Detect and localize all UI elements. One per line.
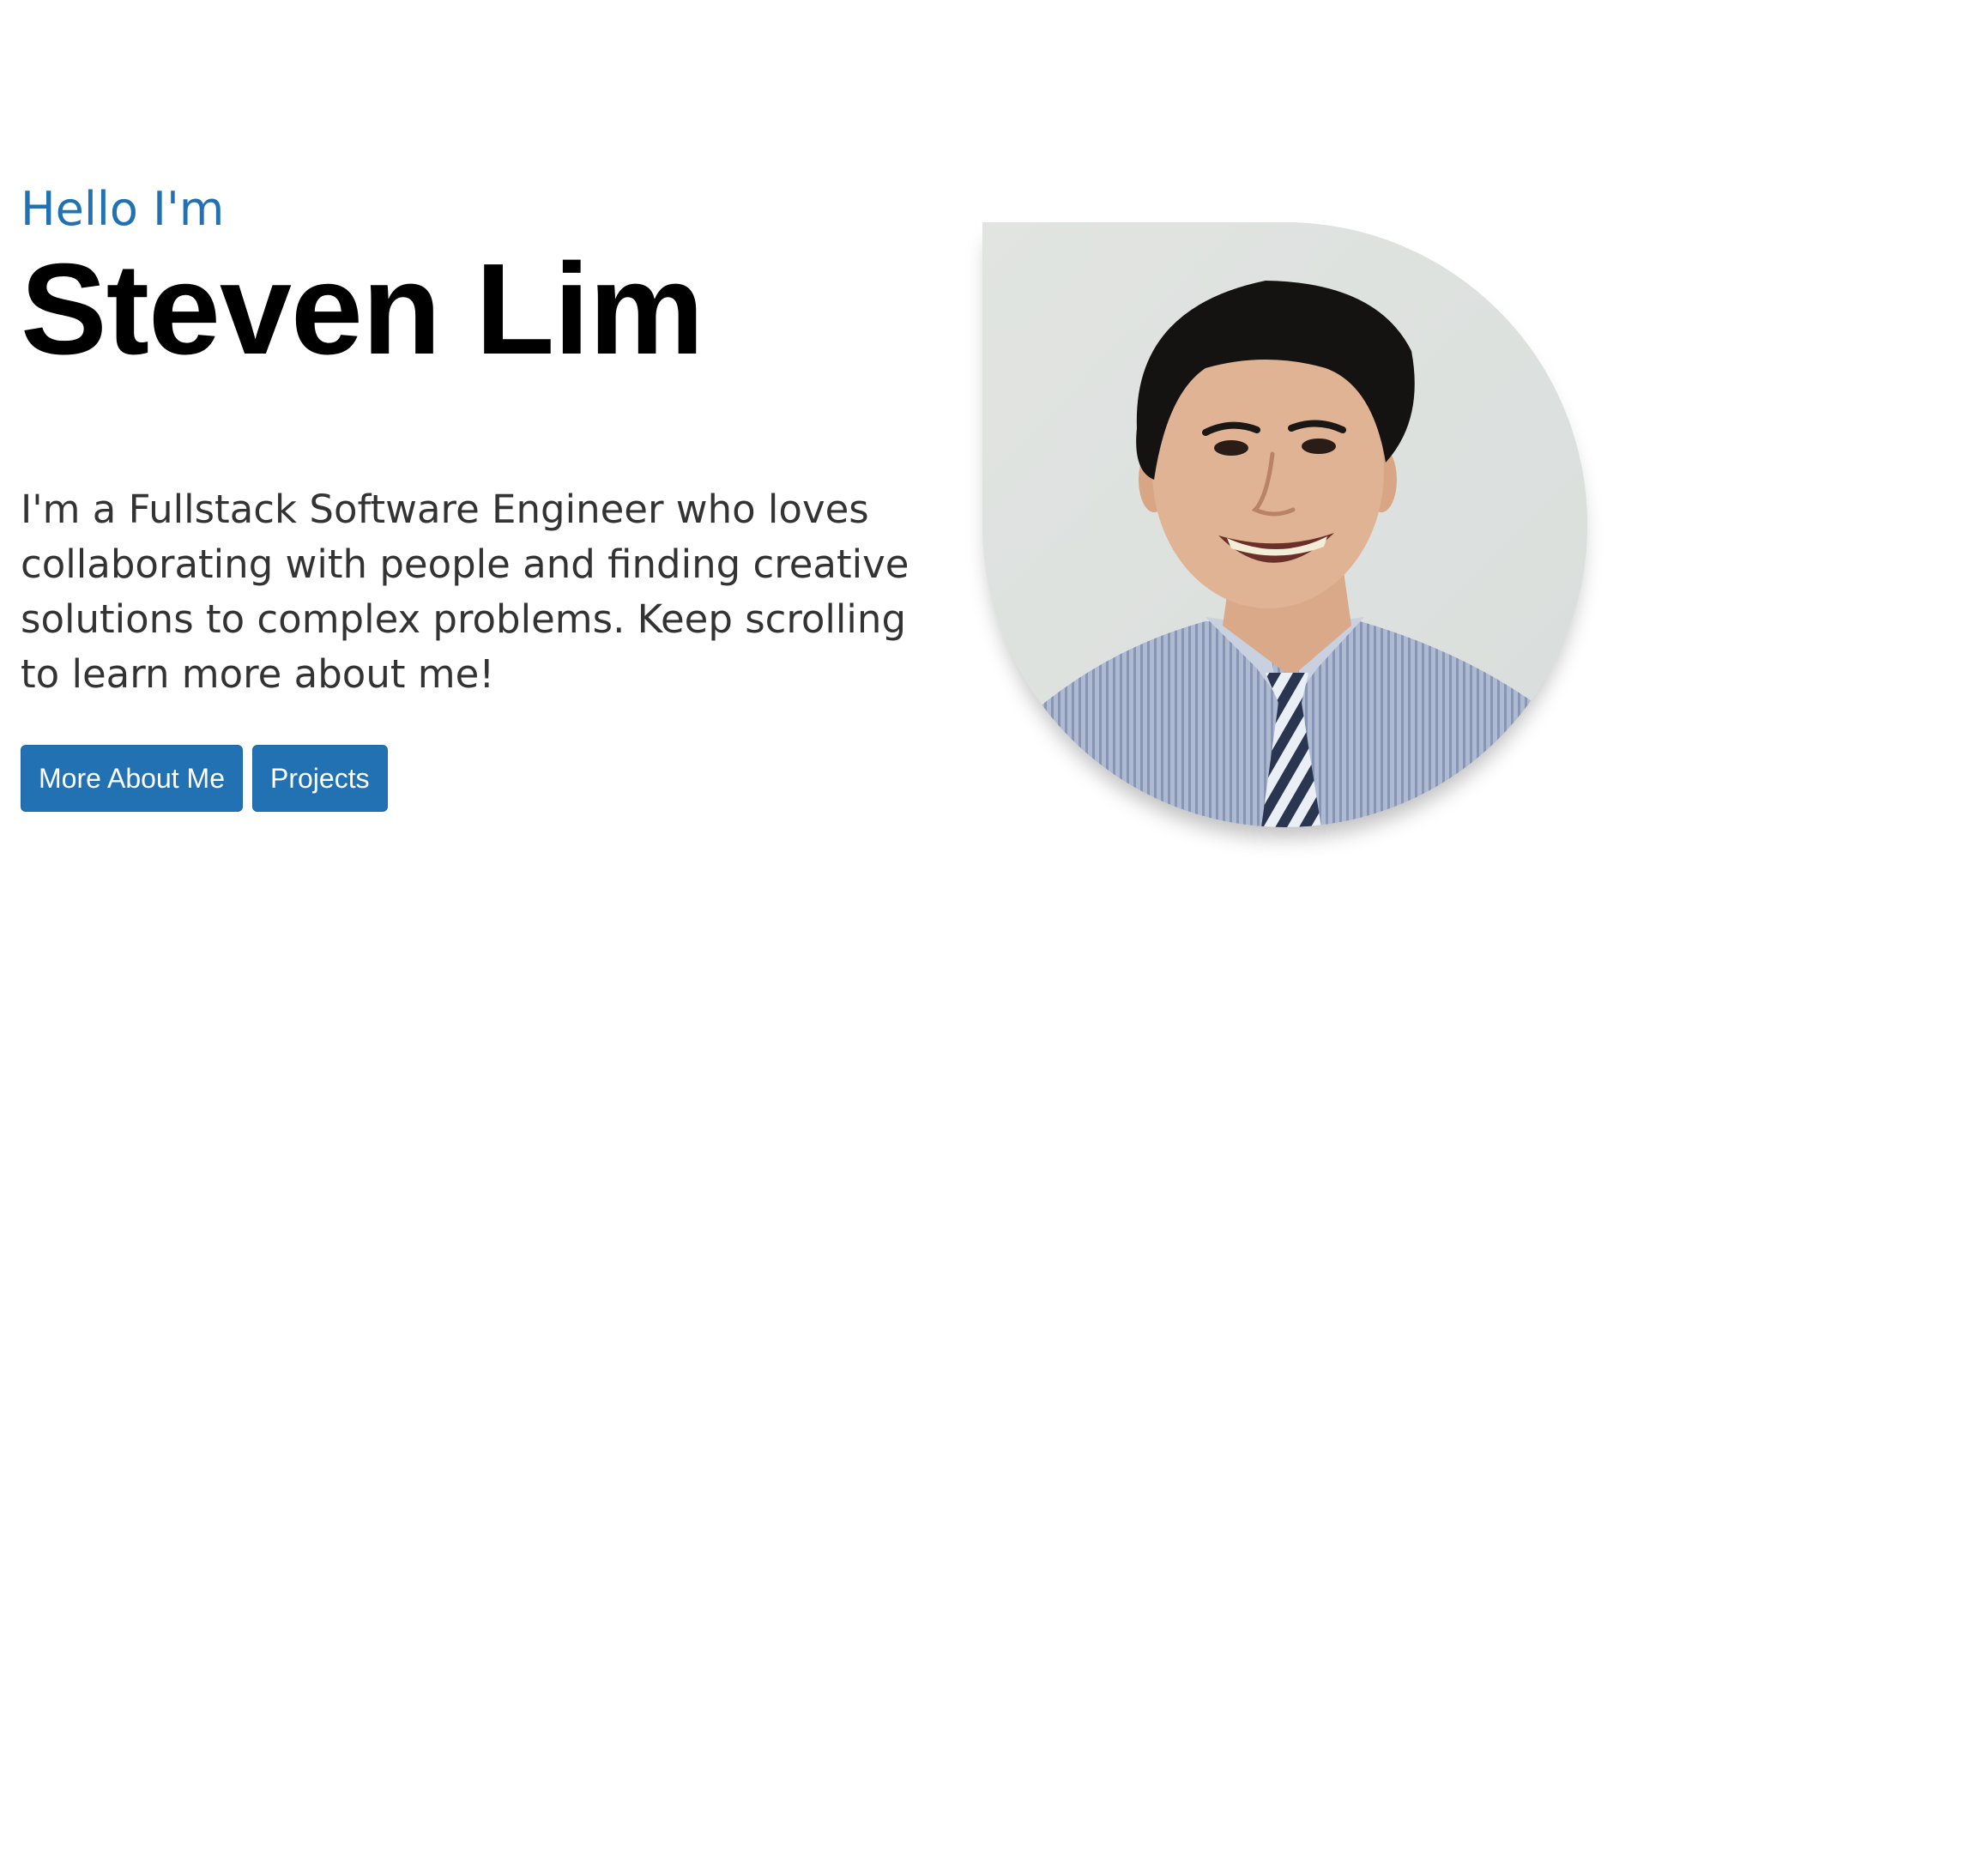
more-about-me-button[interactable]: More About Me bbox=[21, 745, 243, 813]
greeting-text: Hello I'm bbox=[21, 182, 225, 236]
hero-text: Hello I'm Steven Lim I'm a Fullstack Sof… bbox=[21, 182, 930, 813]
profile-photo bbox=[982, 222, 1587, 827]
hero-actions: More About Me Projects bbox=[21, 745, 930, 813]
portrait-illustration bbox=[982, 222, 1587, 827]
projects-button[interactable]: Projects bbox=[252, 745, 388, 813]
page-title: Steven Lim bbox=[21, 236, 704, 382]
intro-paragraph: I'm a Fullstack Software Engineer who lo… bbox=[21, 487, 909, 698]
